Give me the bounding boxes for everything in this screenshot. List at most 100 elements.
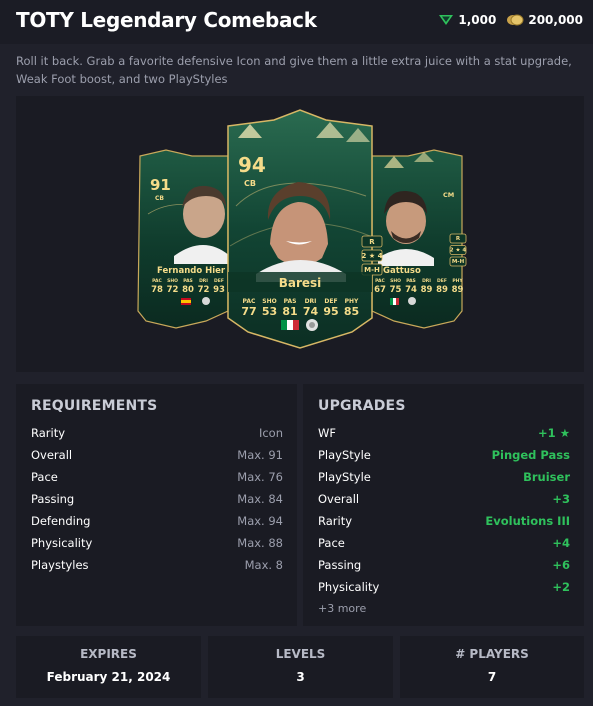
requirement-label: Rarity [31,426,66,440]
upgrade-row: PlayStyle Pinged Pass [318,444,570,466]
coins-icon [507,14,524,26]
main-card-stat-value: 77 [241,305,256,318]
requirement-row: Defending Max. 94 [31,510,283,532]
requirement-value: Max. 94 [237,514,283,528]
right-card-stat-label: PHY [452,278,463,284]
main-card-name: Baresi [279,276,322,290]
right-card-stat-value: 89 [436,285,448,295]
right-card-stat-value: 75 [390,285,402,295]
fc-points-icon [439,15,454,25]
upgrade-label: Rarity [318,514,353,528]
right-card-badge: M-H [452,259,465,265]
left-card-stat-label: DEF [214,278,224,284]
right-card-stat-value: 89 [452,285,464,295]
upgrades-panel: UPGRADES WF +1 ★ PlayStyle Pinged Pass PlayS… [303,384,584,626]
main-card-stat-label: PHY [345,298,359,305]
requirement-label: Passing [31,492,75,506]
player-card-left[interactable]: 91 CB Fernando Hier PAC78SHO72PAS80DRI72… [137,149,240,329]
upgrades-title: UPGRADES [318,398,406,414]
levels-label: LEVELS [275,647,326,661]
levels-box: LEVELS 3 [208,636,393,698]
upgrade-label: WF [318,426,336,440]
left-card-stat-value: 78 [151,285,163,295]
player-card-right[interactable]: CM R2 ★ 4M-H Gattuso PAC67SHO75PAS74DRI8… [371,149,467,329]
expires-value: February 21, 2024 [46,670,171,684]
right-card-badges: R2 ★ 4M-H [449,233,467,267]
requirement-value: Max. 76 [237,470,283,484]
upgrade-label: Pace [318,536,345,550]
requirement-label: Playstyles [31,558,89,572]
main-card-stat-label: PAS [284,298,297,305]
main-card-flag [281,320,299,330]
page-title: TOTY Legendary Comeback [16,8,317,32]
points-amount: 1,000 [458,13,497,27]
upgrades-more-link[interactable]: +3 more [318,602,366,615]
left-card-stat-label: PAS [183,278,193,284]
left-card-stat-label: DRI [199,278,208,284]
upgrade-row: PlayStyle Bruiser [318,466,570,488]
upgrade-row: Passing +6 [318,554,570,576]
main-card-stat-value: 81 [282,305,297,318]
right-card-name: Gattuso [383,266,421,276]
player-card-main[interactable]: 94 CB R2 ★ 4M-H Baresi PAC77SHO53PAS81DR… [227,109,383,349]
left-card-name: Fernando Hier [157,266,226,276]
main-card-stat-value: 85 [344,305,359,318]
cost-group: 1,000 200,000 [428,13,583,27]
upgrade-label: PlayStyle [318,470,371,484]
right-card-stat-label: SHO [390,278,401,284]
requirement-value: Icon [258,426,283,440]
main-card-rating: 94 [238,153,266,177]
expires-label: EXPIRES [80,647,137,661]
upgrade-row: Pace +4 [318,532,570,554]
upgrade-value: +4 [552,536,570,550]
right-card-stat-label: DRI [422,278,431,284]
requirement-row: Overall Max. 91 [31,444,283,466]
left-card-stat-value: 80 [182,285,194,295]
right-card-stat-label: PAS [406,278,416,284]
main-card-badge: R [369,238,375,246]
main-card-stat-label: SHO [262,298,276,305]
upgrade-value: +1 ★ [538,426,570,440]
upgrade-row: Rarity Evolutions III [318,510,570,532]
left-card-stat-label: SHO [167,278,178,284]
requirement-label: Pace [31,470,58,484]
players-label: # PLAYERS [455,647,529,661]
main-card-stat-value: 53 [262,305,277,318]
upgrade-value: +2 [552,580,570,594]
main-card-stat-label: DRI [305,298,317,305]
main-card-stat-value: 95 [323,305,338,318]
requirements-panel: REQUIREMENTS Rarity Icon Overall Max. 91 Pac… [16,384,297,626]
main-card-badge: 2 ★ 4 [362,252,383,260]
requirement-row: Playstyles Max. 8 [31,554,283,576]
coins-cost: 200,000 [506,13,583,27]
page-header: TOTY Legendary Comeback 1,000 200,000 [0,0,593,44]
right-card-club-badge [408,297,416,305]
main-card-badges: R2 ★ 4M-H [362,235,383,276]
levels-value: 3 [296,670,305,684]
left-card-position: CB [155,195,164,202]
right-card-stat-label: PAC [375,278,385,284]
upgrade-value: Evolutions III [485,514,570,528]
right-card-stat-value: 74 [405,285,417,295]
upgrade-label: Physicality [318,580,380,594]
players-value: 7 [487,670,497,684]
upgrade-label: Passing [318,558,362,572]
upgrade-value: Bruiser [523,470,570,484]
right-card-stat-label: DEF [437,278,447,284]
requirement-row: Physicality Max. 88 [31,532,283,554]
requirement-row: Passing Max. 84 [31,488,283,510]
upgrade-value: Pinged Pass [491,448,570,462]
players-box: # PLAYERS 7 [400,636,584,698]
requirements-title: REQUIREMENTS [31,398,158,414]
requirement-label: Overall [31,448,73,462]
requirement-value: Max. 8 [244,558,283,572]
right-card-position: CM [443,191,454,199]
evolution-description: Roll it back. Grab a favorite defensive … [16,54,572,86]
upgrade-row: Overall +3 [318,488,570,510]
left-card-club-badge [202,297,210,305]
requirement-value: Max. 84 [237,492,283,506]
main-card-position: CB [244,179,256,188]
main-card-stat-label: PAC [243,298,256,305]
left-card-stat-value: 72 [198,285,210,295]
right-card-stat-value: 89 [421,285,433,295]
